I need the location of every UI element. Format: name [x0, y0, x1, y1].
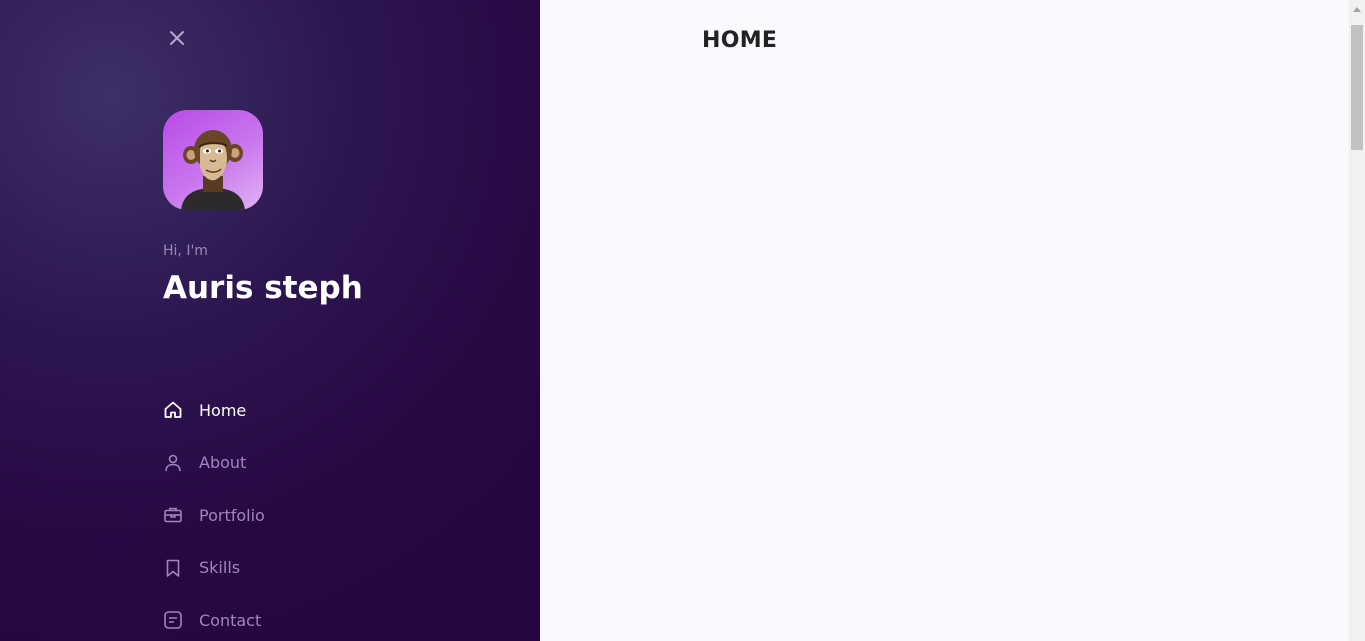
nav-item-contact[interactable]: Contact [163, 600, 265, 640]
close-icon [170, 31, 184, 45]
scrollbar-thumb[interactable] [1351, 25, 1363, 150]
scroll-up-button[interactable] [1349, 0, 1365, 17]
nav-item-label: Skills [199, 558, 241, 577]
briefcase-icon [163, 505, 183, 525]
page-scrollbar[interactable] [1349, 0, 1365, 641]
message-icon [163, 610, 183, 630]
nav-item-label: About [199, 453, 247, 472]
sidebar: Hi, I'm Auris steph Home About Portfolio… [0, 0, 540, 641]
user-icon [163, 453, 183, 473]
main-content: HOME [540, 0, 1349, 641]
sidebar-nav: Home About Portfolio Skills Contact [163, 390, 265, 641]
nav-item-label: Contact [199, 610, 262, 630]
nav-item-label: Home [199, 400, 247, 420]
nav-item-home[interactable]: Home [163, 390, 265, 430]
avatar [163, 110, 263, 210]
nav-item-about[interactable]: About [163, 443, 265, 483]
greeting-text: Hi, I'm [163, 243, 208, 259]
nav-item-portfolio[interactable]: Portfolio [163, 495, 265, 535]
profile-name: Auris steph [163, 270, 363, 306]
close-sidebar-button[interactable] [166, 27, 188, 49]
ape-avatar-illustration [181, 130, 245, 210]
nav-item-skills[interactable]: Skills [163, 548, 265, 588]
bookmark-icon [163, 558, 183, 578]
nav-item-label: Portfolio [199, 505, 265, 525]
caret-up-icon [1353, 6, 1361, 12]
page-title: HOME [702, 28, 778, 53]
home-icon [163, 400, 183, 420]
